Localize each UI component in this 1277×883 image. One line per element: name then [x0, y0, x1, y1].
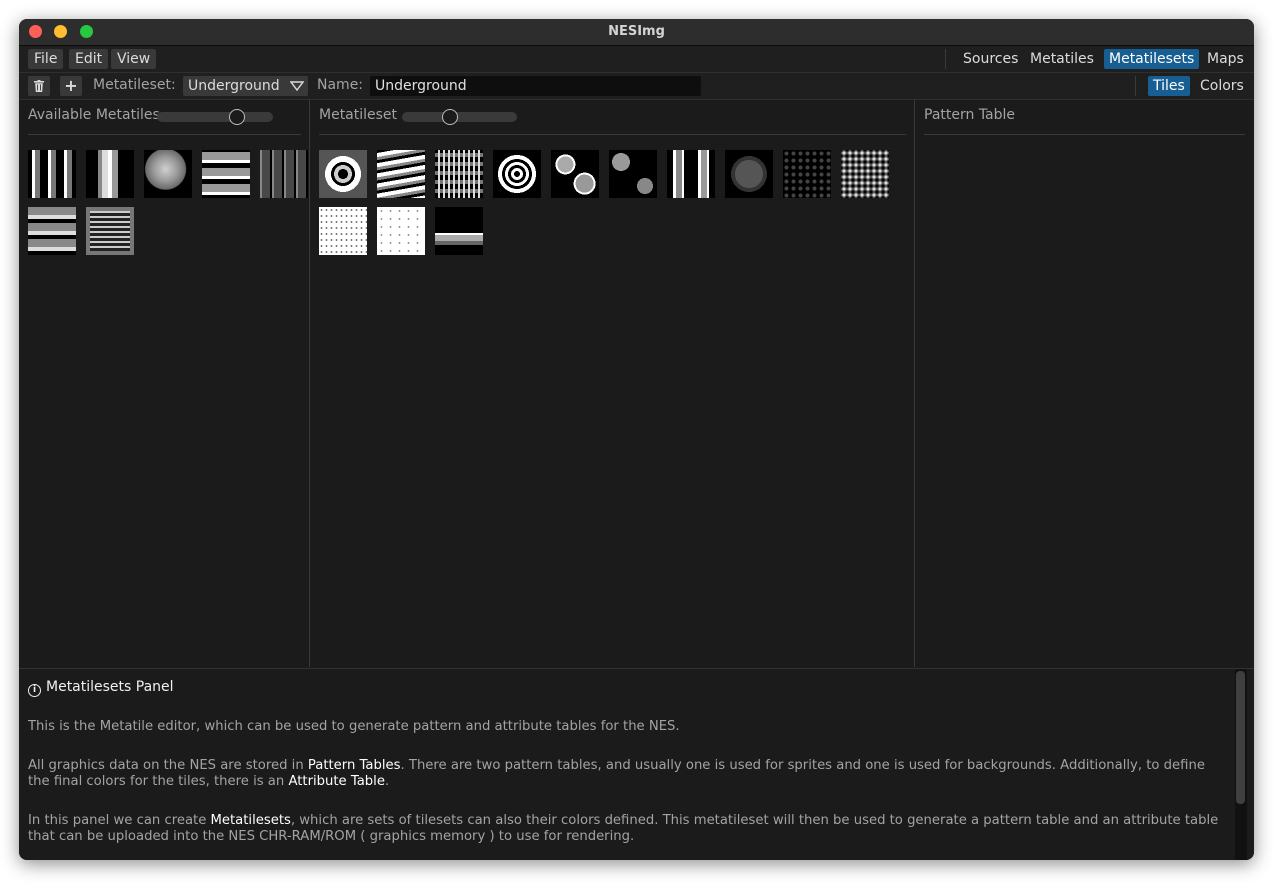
- metatileset-tile[interactable]: [783, 150, 831, 198]
- metatilesets-link: Metatilesets: [210, 813, 291, 828]
- nav-maps[interactable]: Maps: [1202, 49, 1249, 69]
- metatileset-tile[interactable]: [319, 207, 367, 255]
- metatileset-select[interactable]: Underground: [183, 76, 308, 96]
- nav-divider: [945, 49, 946, 69]
- help-paragraph-3: In this panel we can create Metatilesets…: [28, 813, 1219, 844]
- help-paragraph-1: This is the Metatile editor, which can b…: [28, 719, 680, 734]
- plus-icon: +: [64, 76, 78, 95]
- panel-divider: [319, 134, 906, 135]
- menu-edit[interactable]: Edit: [69, 49, 109, 69]
- available-metatile[interactable]: [86, 150, 134, 198]
- metatileset-select-value: Underground: [188, 78, 280, 94]
- pattern-table-panel: Pattern Table: [915, 100, 1254, 667]
- pattern-table-title: Pattern Table: [924, 107, 1016, 123]
- help-paragraph-2: All graphics data on the NES are stored …: [28, 758, 1205, 789]
- chevron-down-icon: [289, 76, 305, 97]
- help-scrollbar-thumb[interactable]: [1236, 671, 1245, 804]
- name-input[interactable]: Underground: [370, 76, 701, 96]
- available-metatiles-panel: Available Metatiles: [19, 100, 310, 667]
- available-metatile[interactable]: [202, 150, 250, 198]
- menu-file[interactable]: File: [28, 49, 64, 69]
- nav-metatiles[interactable]: Metatiles: [1025, 49, 1099, 69]
- available-metatile[interactable]: [28, 150, 76, 198]
- available-metatile[interactable]: [86, 207, 134, 255]
- metatileset-tile[interactable]: [377, 150, 425, 198]
- menu-bar: File Edit View Sources Metatiles Metatil…: [19, 46, 1254, 73]
- delete-metatileset-button[interactable]: [28, 76, 50, 96]
- metatileset-tile[interactable]: [435, 207, 483, 255]
- available-metatile[interactable]: [260, 150, 308, 198]
- metatileset-zoom-slider-knob[interactable]: [442, 109, 458, 125]
- toolbar: + Metatileset: Underground Name: Undergr…: [19, 73, 1254, 100]
- available-metatile[interactable]: [28, 207, 76, 255]
- attribute-table-link: Attribute Table: [288, 774, 385, 789]
- metatileset-label: Metatileset:: [93, 77, 176, 93]
- help-title-text: Metatilesets Panel: [46, 679, 174, 695]
- title-bar: NESImg: [19, 19, 1254, 46]
- name-label: Name:: [317, 77, 364, 93]
- help-scrollbar[interactable]: [1235, 669, 1247, 860]
- metatileset-tile[interactable]: [435, 150, 483, 198]
- panel-divider: [28, 134, 301, 135]
- help-panel: i Metatilesets Panel This is the Metatile…: [19, 668, 1254, 860]
- available-metatiles-title: Available Metatiles: [28, 107, 160, 123]
- add-metatileset-button[interactable]: +: [60, 76, 82, 96]
- metatileset-tile[interactable]: [319, 150, 367, 198]
- tab-colors[interactable]: Colors: [1195, 76, 1249, 96]
- metatileset-tile[interactable]: [667, 150, 715, 198]
- metatileset-tile[interactable]: [551, 150, 599, 198]
- metatileset-zoom-slider[interactable]: [402, 112, 517, 122]
- metatileset-tile[interactable]: [377, 207, 425, 255]
- trash-icon: [34, 80, 44, 92]
- available-metatiles-grid: [28, 150, 318, 264]
- metatileset-grid: [319, 150, 923, 264]
- tab-tiles[interactable]: Tiles: [1148, 76, 1190, 96]
- metatileset-tile[interactable]: [609, 150, 657, 198]
- metatileset-tile[interactable]: [725, 150, 773, 198]
- available-zoom-slider-knob[interactable]: [229, 109, 245, 125]
- available-zoom-slider[interactable]: [157, 112, 273, 122]
- available-metatile[interactable]: [144, 150, 192, 198]
- panel-divider: [924, 134, 1245, 135]
- info-icon: i: [28, 684, 41, 697]
- pattern-tables-link: Pattern Tables: [307, 758, 401, 773]
- metatileset-tile[interactable]: [841, 150, 889, 198]
- help-title: i Metatilesets Panel: [28, 679, 174, 697]
- window-title: NESImg: [608, 24, 665, 39]
- app-window: NESImg File Edit View Sources Metatiles …: [19, 19, 1254, 860]
- nav-sources[interactable]: Sources: [958, 49, 1023, 69]
- menu-view[interactable]: View: [111, 49, 157, 69]
- nav-metatilesets[interactable]: Metatilesets: [1104, 49, 1200, 69]
- tab-divider: [1135, 76, 1136, 96]
- metatileset-tile[interactable]: [493, 150, 541, 198]
- metatileset-title: Metatileset: [319, 107, 398, 123]
- metatileset-panel: Metatileset: [310, 100, 915, 667]
